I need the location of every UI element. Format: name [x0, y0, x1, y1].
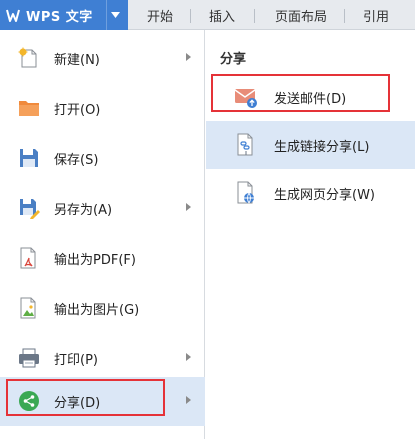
share-item-label: 生成链接分享(L) [274, 139, 370, 155]
share-submenu-panel: 分享 发送邮件(D) 生成链接分享(L) 生成网页分享(W) [206, 30, 415, 439]
menu-item-save[interactable]: 保存(S) [0, 134, 205, 183]
tab-insert[interactable]: 插入 [196, 0, 248, 30]
save-disk-icon [18, 147, 40, 169]
tab-divider [254, 9, 255, 23]
menu-item-new[interactable]: 新建(N) [0, 34, 205, 83]
tab-divider [344, 9, 345, 23]
tab-divider [190, 9, 191, 23]
menu-item-export-pdf[interactable]: 输出为PDF(F) [0, 234, 205, 283]
save-as-icon [18, 197, 40, 219]
menu-item-open[interactable]: 打开(O) [0, 84, 205, 133]
menu-item-label: 输出为PDF(F) [54, 253, 136, 268]
share-item-link[interactable]: 生成链接分享(L) [206, 121, 415, 169]
menu-item-label: 保存(S) [54, 153, 99, 168]
submenu-arrow-icon [186, 396, 191, 404]
new-document-icon [18, 47, 40, 69]
menu-item-label: 新建(N) [54, 53, 100, 68]
submenu-arrow-icon [186, 353, 191, 361]
share-item-label: 生成网页分享(W) [274, 187, 375, 203]
image-export-icon [18, 297, 40, 319]
chevron-down-icon[interactable] [106, 0, 124, 30]
menu-item-label: 打印(P) [54, 353, 98, 368]
annotation-highlight-box [211, 74, 390, 112]
menu-item-export-image[interactable]: 输出为图片(G) [0, 284, 205, 333]
menu-item-label: 另存为(A) [54, 203, 113, 218]
share-item-web[interactable]: 生成网页分享(W) [206, 169, 415, 217]
menu-item-label: 打开(O) [54, 103, 101, 118]
printer-icon [18, 347, 40, 369]
panel-title: 分享 [220, 52, 247, 67]
tab-page-layout[interactable]: 页面布局 [262, 0, 340, 30]
submenu-arrow-icon [186, 53, 191, 61]
folder-icon [18, 97, 40, 119]
pdf-export-icon [18, 247, 40, 269]
file-menu: 新建(N) 打开(O) 保存(S) 另存为(A) 输出为PDF(F) 输出为图片… [0, 30, 205, 439]
menu-item-label: 输出为图片(G) [54, 303, 140, 318]
submenu-arrow-icon [186, 203, 191, 211]
menu-item-save-as[interactable]: 另存为(A) [0, 184, 205, 233]
app-title: WPS 文字 [26, 9, 93, 25]
title-bar: WPS 文字 开始 插入 页面布局 引用 [0, 0, 415, 30]
tab-home[interactable]: 开始 [134, 0, 186, 30]
app-menu-button[interactable]: WPS 文字 [0, 0, 128, 30]
menu-item-print[interactable]: 打印(P) [0, 334, 205, 383]
link-share-icon [234, 133, 258, 157]
tab-references[interactable]: 引用 [350, 0, 402, 30]
wps-logo-icon [6, 8, 20, 22]
annotation-highlight-box [6, 379, 165, 416]
web-share-icon [234, 181, 258, 205]
